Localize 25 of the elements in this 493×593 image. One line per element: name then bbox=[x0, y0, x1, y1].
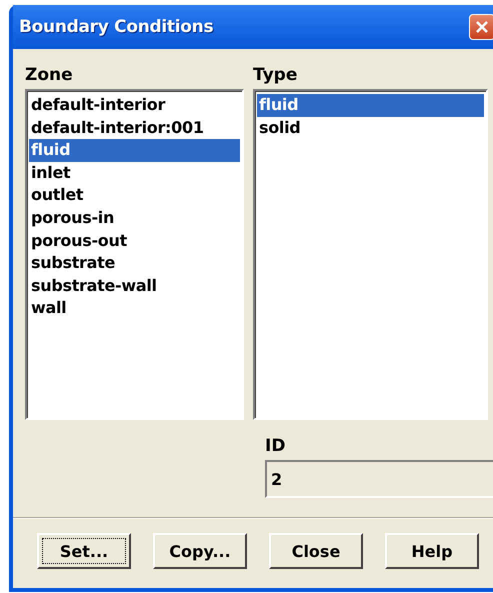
close-button[interactable] bbox=[469, 14, 493, 40]
list-item[interactable]: substrate bbox=[29, 252, 240, 275]
list-item[interactable]: substrate-wall bbox=[29, 274, 240, 298]
list-item[interactable]: default-interior bbox=[29, 94, 240, 117]
dialog-button[interactable]: Copy... bbox=[153, 533, 247, 569]
list-item[interactable]: fluid bbox=[257, 94, 484, 117]
type-list[interactable]: fluid solid bbox=[253, 89, 488, 420]
list-label: Zone bbox=[25, 64, 74, 87]
list-item[interactable]: outlet bbox=[29, 184, 240, 207]
dialog-button[interactable]: Close bbox=[269, 533, 363, 569]
dialog-button[interactable]: Help bbox=[385, 533, 479, 569]
close-icon bbox=[475, 20, 489, 34]
list-item[interactable]: inlet bbox=[29, 162, 240, 184]
list-item[interactable]: porous-out bbox=[29, 230, 240, 252]
window-title: Boundary Conditions bbox=[19, 17, 214, 37]
field-label: ID bbox=[265, 435, 286, 458]
list-item[interactable]: solid bbox=[257, 116, 484, 140]
list-item[interactable]: default-interior:001 bbox=[29, 116, 240, 140]
list-label: Type bbox=[253, 64, 298, 87]
list-item[interactable]: fluid bbox=[29, 139, 240, 162]
zone-list[interactable]: default-interior default-interior:001 fluid inlet outlet porous-in porous-out substrate substrate-wall wall bbox=[25, 89, 244, 420]
list-item[interactable]: porous-in bbox=[29, 206, 240, 230]
list-item[interactable]: wall bbox=[29, 297, 240, 320]
id-field[interactable]: 2 bbox=[265, 460, 493, 498]
dialog-button[interactable]: Set... bbox=[37, 533, 131, 569]
